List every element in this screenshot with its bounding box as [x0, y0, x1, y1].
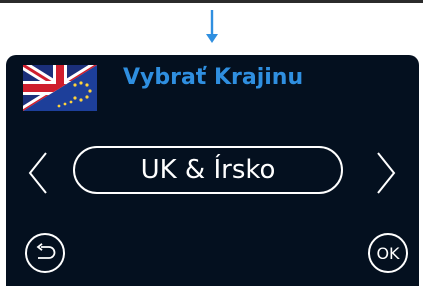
device-screen: Vybrať Krajinu UK & Írsko OK: [6, 55, 419, 286]
top-divider: [0, 0, 423, 3]
selected-region-label: UK & Írsko: [140, 155, 276, 185]
region-selector[interactable]: UK & Írsko: [73, 146, 343, 194]
page-title: Vybrať Krajinu: [123, 65, 304, 90]
chevron-left-icon[interactable]: [26, 151, 50, 195]
ok-button[interactable]: OK: [368, 233, 408, 273]
ok-label: OK: [376, 243, 400, 263]
chevron-right-icon[interactable]: [374, 151, 398, 195]
uk-eu-flag-icon: [23, 65, 97, 111]
back-button[interactable]: [25, 233, 65, 273]
arrow-down-icon: [206, 10, 218, 43]
back-arrow-icon: [36, 243, 56, 259]
